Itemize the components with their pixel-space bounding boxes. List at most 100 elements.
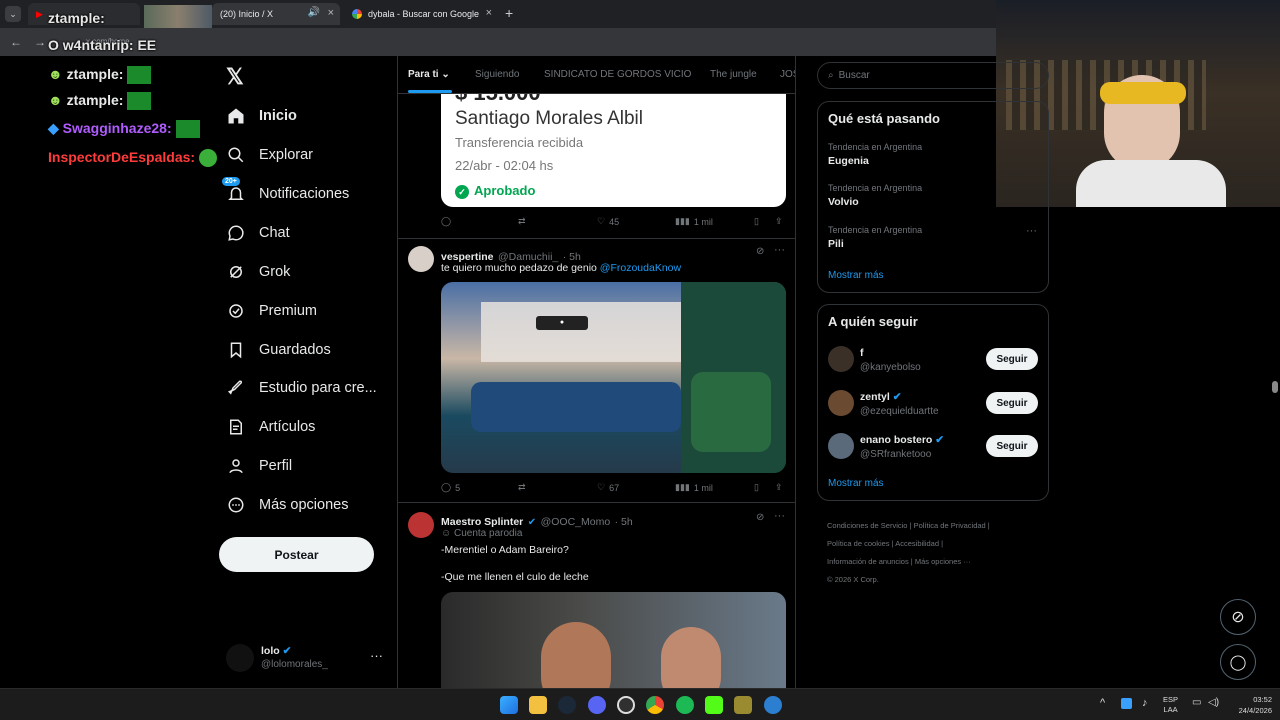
- steam-icon[interactable]: [558, 696, 576, 714]
- follow-button[interactable]: Seguir: [986, 392, 1038, 414]
- tweet-avatar[interactable]: [408, 246, 434, 272]
- more-icon[interactable]: ···: [774, 244, 785, 256]
- more-icon[interactable]: ···: [1026, 225, 1037, 237]
- tweet-video-thumbnail[interactable]: ●: [441, 282, 786, 473]
- kick-icon[interactable]: [705, 696, 723, 714]
- scrollbar-thumb[interactable]: [1272, 381, 1278, 393]
- lang-label: ESP: [1163, 695, 1179, 704]
- windows-start-icon[interactable]: [500, 696, 518, 714]
- footer-link[interactable]: Política de Privacidad: [914, 521, 986, 530]
- spotify-icon[interactable]: [676, 696, 694, 714]
- back-icon[interactable]: ←: [10, 35, 22, 49]
- follow-button[interactable]: Seguir: [986, 348, 1038, 370]
- follow-suggestion[interactable]: zentyl ✔ @ezequielduartte Seguir: [818, 387, 1048, 423]
- obs-icon[interactable]: [617, 696, 635, 714]
- trend-item[interactable]: Tendencia en Argentina Eugenia: [828, 142, 922, 167]
- bookmark-button[interactable]: ▯: [754, 216, 759, 227]
- sidebar-item-perfil[interactable]: Perfil: [226, 451, 292, 481]
- tray-app-icon[interactable]: [1121, 698, 1132, 709]
- new-tab-button[interactable]: +: [505, 5, 513, 21]
- grok-icon[interactable]: ⊘: [756, 246, 764, 257]
- sidebar-item-mas-opciones[interactable]: Más opciones: [226, 490, 348, 520]
- sidebar-item-notificaciones[interactable]: 20+ Notificaciones: [222, 177, 349, 209]
- bookmark-button[interactable]: ▯: [754, 482, 759, 493]
- account-switcher[interactable]: lolo ✔ @lolomorales_ ···: [226, 642, 386, 674]
- follow-suggestion[interactable]: f @kanyebolso Seguir: [818, 343, 1048, 379]
- grok-fab-button[interactable]: ⊘: [1220, 599, 1256, 635]
- close-tab-icon[interactable]: ×: [328, 7, 334, 19]
- tab-x-home[interactable]: (20) Inicio / X 🔊 ×: [212, 3, 340, 25]
- sidebar-item-articulos[interactable]: Artículos: [226, 412, 315, 442]
- tweet-time[interactable]: · 5h: [615, 516, 633, 528]
- tray-chevron-icon[interactable]: ^: [1100, 697, 1105, 709]
- reply-button[interactable]: ◯ 5: [441, 482, 460, 493]
- repost-button[interactable]: ⇄: [518, 216, 526, 227]
- like-button[interactable]: ♡ 67: [597, 482, 619, 493]
- footer-link[interactable]: Más opciones ···: [915, 557, 971, 566]
- tweet-avatar[interactable]: [408, 512, 434, 538]
- tweet-author-handle[interactable]: @OOC_Momo: [541, 516, 611, 528]
- sidebar-item-label: Perfil: [259, 458, 293, 474]
- tab-google[interactable]: dybala - Buscar con Google ×: [344, 3, 498, 25]
- like-button[interactable]: ♡ 45: [597, 216, 619, 227]
- tab-search-button[interactable]: ⌄: [5, 6, 21, 22]
- speaker-icon[interactable]: 🔊: [308, 7, 320, 18]
- network-icon[interactable]: ▭: [1192, 697, 1201, 708]
- forward-icon[interactable]: →: [34, 35, 46, 49]
- discord-icon[interactable]: [588, 696, 606, 714]
- keyboard-language[interactable]: ESP LAA: [1163, 695, 1178, 715]
- mention-link[interactable]: @FrozoudaKnow: [600, 262, 681, 274]
- reply-button[interactable]: ◯: [441, 216, 451, 227]
- sidebar-item-guardados[interactable]: Guardados: [226, 335, 331, 365]
- file-explorer-icon[interactable]: [529, 696, 547, 714]
- share-button[interactable]: ⇪: [775, 216, 783, 227]
- sidebar-item-inicio[interactable]: Inicio: [226, 101, 297, 131]
- tweet-divider: [398, 502, 795, 503]
- tweet-video-thumbnail[interactable]: [441, 592, 786, 688]
- sidebar-item-chat[interactable]: Chat: [226, 218, 290, 248]
- tab-para-ti[interactable]: Para ti ⌄: [408, 69, 450, 80]
- tab-siguiendo[interactable]: Siguiendo: [475, 69, 519, 80]
- tab-sindicato[interactable]: SINDICATO DE GORDOS VICIO: [544, 69, 691, 80]
- show-more-link[interactable]: Mostrar más: [828, 270, 884, 281]
- footer-links: Condiciones de Servicio | Política de Pr…: [827, 521, 990, 584]
- footer-link[interactable]: Condiciones de Servicio: [827, 521, 907, 530]
- footer-link[interactable]: Accesibilidad: [895, 539, 939, 548]
- views-button[interactable]: ▮▮▮ 1 mil: [675, 216, 713, 227]
- footer-link[interactable]: Política de cookies: [827, 539, 890, 548]
- post-button[interactable]: Postear: [219, 537, 374, 572]
- trend-item[interactable]: Tendencia en Argentina Volvio: [828, 183, 922, 208]
- payment-receipt-image[interactable]: $ 15.000 Santiago Morales Albil Transfer…: [441, 94, 786, 207]
- repost-button[interactable]: ⇄: [518, 482, 526, 493]
- x-logo-icon[interactable]: 𝕏: [226, 64, 244, 90]
- search-input[interactable]: ⌕ Buscar: [817, 62, 1049, 89]
- sidebar-item-premium[interactable]: Premium: [226, 296, 317, 326]
- views-button[interactable]: ▮▮▮ 1 mil: [675, 482, 713, 493]
- show-more-link[interactable]: Mostrar más: [828, 478, 884, 489]
- tab-jos[interactable]: JOS: [780, 69, 795, 80]
- share-button[interactable]: ⇪: [775, 482, 783, 493]
- footer-link[interactable]: Información de anuncios: [827, 557, 909, 566]
- more-icon[interactable]: ···: [370, 648, 383, 663]
- follow-suggestion[interactable]: enano bostero ✔ @SRfranketooo Seguir: [818, 430, 1048, 466]
- chrome-icon[interactable]: [646, 696, 664, 714]
- microphone-icon[interactable]: ♪: [1142, 697, 1148, 709]
- close-tab-icon[interactable]: ×: [486, 7, 492, 19]
- grok-icon[interactable]: ⊘: [756, 512, 764, 523]
- chat-fab-button[interactable]: ◯: [1220, 644, 1256, 680]
- system-clock[interactable]: 03:52 24/4/2026: [1228, 694, 1272, 716]
- tweet-author-name[interactable]: Maestro Splinter: [441, 516, 523, 528]
- sidebar-item-explorar[interactable]: Explorar: [226, 140, 313, 170]
- verified-icon: ✔: [892, 391, 902, 403]
- ccleaner-icon[interactable]: [764, 696, 782, 714]
- volume-icon[interactable]: ◁): [1208, 697, 1219, 708]
- follow-button[interactable]: Seguir: [986, 435, 1038, 457]
- app-icon[interactable]: [734, 696, 752, 714]
- trend-item[interactable]: Tendencia en Argentina Pili: [828, 225, 922, 250]
- avatar: [828, 390, 854, 416]
- sidebar-item-label: Explorar: [259, 147, 313, 163]
- more-icon[interactable]: ···: [774, 510, 785, 522]
- sidebar-item-grok[interactable]: Grok: [226, 257, 290, 287]
- sidebar-item-estudio[interactable]: Estudio para cre...: [226, 373, 377, 403]
- tab-the-jungle[interactable]: The jungle: [710, 69, 757, 80]
